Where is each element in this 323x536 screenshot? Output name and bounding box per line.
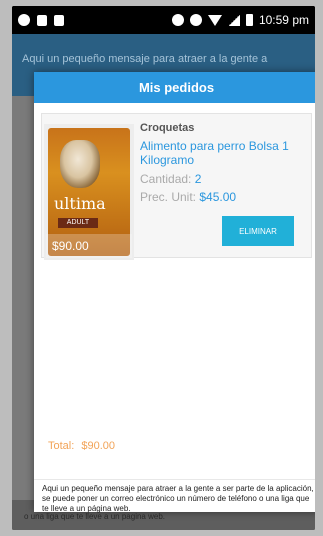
usb-icon	[37, 14, 47, 26]
quantity-row: Cantidad: 2	[140, 172, 310, 186]
unit-price-value: $45.00	[199, 190, 237, 204]
status-time: 10:59 pm	[258, 13, 309, 27]
order-category: Croquetas	[140, 122, 195, 134]
status-right-icons: 10:59 pm	[171, 13, 309, 27]
dialog-title: Mis pedidos	[34, 72, 315, 103]
status-bar: 10:59 pm	[12, 6, 315, 34]
phone-frame: 10:59 pm Aqui un pequeño mensaje para at…	[0, 0, 323, 536]
android-icon	[54, 14, 64, 26]
chat-icon	[18, 14, 30, 26]
product-badge: ADULT	[58, 218, 98, 228]
dog-food-bag-image: ultima ADULT $90.00	[44, 124, 134, 260]
unit-price-label: Prec. Unit:	[140, 190, 197, 204]
product-name: Alimento para perro Bolsa 1 Kilogramo	[140, 139, 289, 167]
image-price-tag: $90.00	[46, 234, 132, 258]
quantity-label: Cantidad:	[140, 172, 192, 186]
battery-icon	[245, 14, 253, 26]
dialog-footer: Aqui un pequeño mensaje para atraer a la…	[34, 479, 315, 513]
headphones-icon	[171, 14, 184, 26]
wifi-icon	[207, 14, 222, 26]
order-item: ultima ADULT $90.00 Croquetas Alimento p…	[41, 113, 312, 260]
status-left-icons	[18, 14, 64, 26]
total-label: Total:	[48, 440, 75, 452]
delete-button[interactable]: ELIMINAR	[222, 216, 294, 246]
unit-price-row: Prec. Unit: $45.00	[140, 190, 310, 204]
order-info: Croquetas Alimento para perro Bolsa 1 Ki…	[140, 122, 310, 204]
footer-message: Aqui un pequeño mensaje para atraer a la…	[42, 484, 314, 513]
signal-icon	[227, 14, 240, 26]
quantity-value: 2	[194, 172, 202, 186]
orders-dialog: Mis pedidos ultima ADULT $90.00 Croqueta…	[34, 72, 315, 513]
dog-picture	[60, 140, 100, 188]
total-row: Total: $90.00	[48, 440, 115, 452]
background-header-text: Aqui un pequeño mensaje para atraer a la…	[22, 53, 268, 65]
dialog-body: ultima ADULT $90.00 Croquetas Alimento p…	[34, 103, 315, 479]
location-icon	[189, 14, 202, 26]
product-brand: ultima	[54, 194, 106, 213]
phone-screen: 10:59 pm Aqui un pequeño mensaje para at…	[12, 6, 315, 530]
total-value: $90.00	[81, 440, 116, 452]
